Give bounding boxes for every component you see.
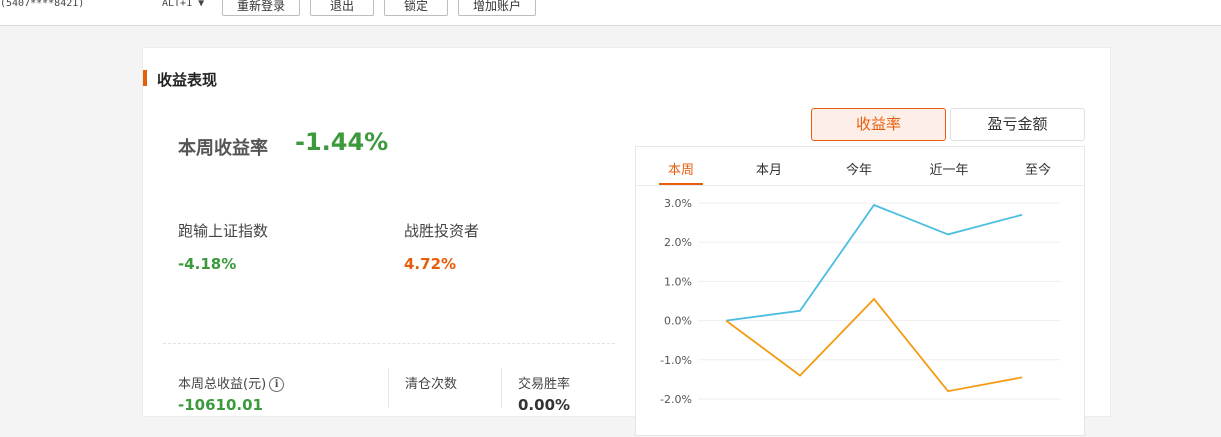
top-toolbar: (5407****8421) ALT+1 ▼ 重新登录 退出 锁定 增加账户 <box>0 0 1221 26</box>
weekly-return-label: 本周收益率 <box>178 138 268 159</box>
add-account-button[interactable]: 增加账户 <box>458 0 536 16</box>
section-marker <box>143 70 147 86</box>
win-rate-value: 0.00% <box>518 396 571 414</box>
series-line-1 <box>725 203 1023 322</box>
series-line-2 <box>725 297 1023 393</box>
logout-button[interactable]: 退出 <box>310 0 374 16</box>
return-rate-toggle[interactable]: 收益率 <box>811 108 946 141</box>
tab-this-month[interactable]: 本月 <box>734 159 804 178</box>
chart-panel: 本周 本月 今年 近一年 至今 3.0% 2.0% 1.0% 0.0% -1.0% -2.… <box>635 146 1085 436</box>
win-rate-label: 交易胜率 <box>518 377 571 392</box>
section-title: 收益表现 <box>157 71 218 89</box>
account-switch-dropdown[interactable]: ALT+1 ▼ <box>162 0 204 9</box>
weekly-return-value: -1.44% <box>295 128 389 156</box>
account-number[interactable]: (5407****8421) <box>0 0 84 9</box>
beat-investors-label: 战胜投资者 <box>404 222 480 240</box>
tab-to-date[interactable]: 至今 <box>1003 159 1073 178</box>
divider <box>163 343 615 344</box>
lock-button[interactable]: 锁定 <box>384 0 448 16</box>
divider <box>501 368 502 408</box>
y-tick-label: 3.0% <box>664 197 692 210</box>
return-line-chart: 3.0% 2.0% 1.0% 0.0% -1.0% -2.0% <box>660 197 1061 406</box>
y-tick-label: 0.0% <box>664 315 692 328</box>
weekly-total-value: -10610.01 <box>178 396 263 414</box>
tab-this-week[interactable]: 本周 <box>646 159 716 178</box>
divider <box>388 368 389 408</box>
underperform-index-value: -4.18% <box>178 255 237 273</box>
underperform-index-label: 跑输上证指数 <box>178 222 269 240</box>
y-tick-label: -1.0% <box>660 354 692 367</box>
clear-count-label: 清仓次数 <box>405 377 458 392</box>
info-icon[interactable]: i <box>269 377 285 392</box>
beat-investors-value: 4.72% <box>404 255 457 273</box>
weekly-total-label: 本周总收益(元) i <box>178 373 285 392</box>
y-tick-label: 1.0% <box>664 275 692 288</box>
relogin-button[interactable]: 重新登录 <box>222 0 300 16</box>
tab-last-year[interactable]: 近一年 <box>914 159 984 178</box>
tab-this-year[interactable]: 今年 <box>824 159 894 178</box>
profit-amount-toggle[interactable]: 盈亏金额 <box>950 108 1085 141</box>
y-tick-label: -2.0% <box>660 393 692 406</box>
y-tick-label: 2.0% <box>664 236 692 249</box>
performance-card: 收益表现 本周收益率 -1.44% 跑输上证指数 -4.18% 战胜投资者 4.… <box>142 47 1111 436</box>
tab-divider <box>636 185 1084 186</box>
